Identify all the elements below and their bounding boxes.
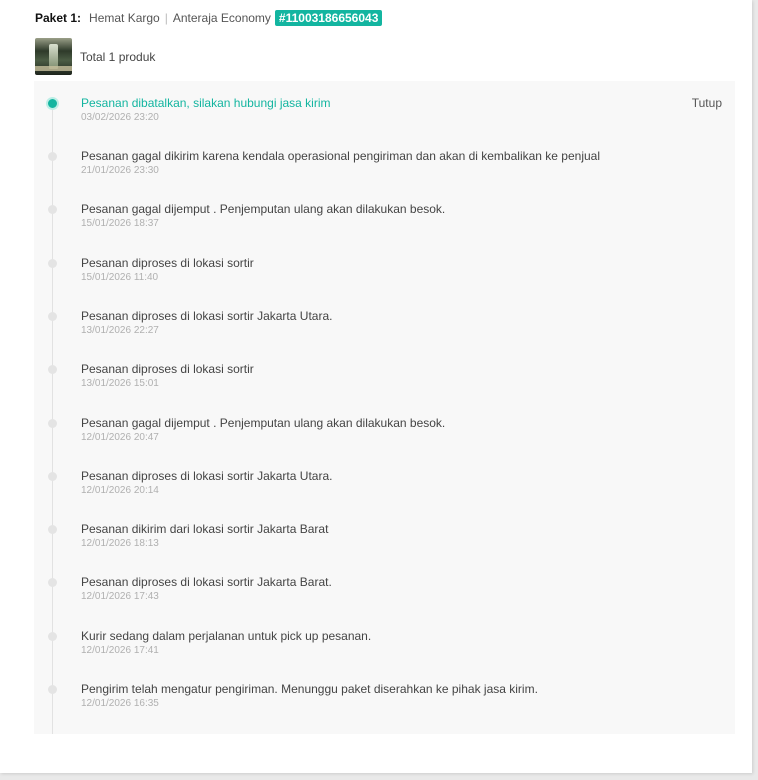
event-text: Pesanan diproses di lokasi sortir bbox=[81, 362, 254, 376]
event-time: 15/01/2026 11:40 bbox=[81, 272, 159, 283]
product-thumbnail[interactable] bbox=[35, 38, 72, 75]
event-time: 12/01/2026 16:35 bbox=[81, 698, 159, 709]
package-label: Paket 1: bbox=[35, 11, 82, 25]
status-dot-icon bbox=[48, 259, 57, 268]
event-text: Kurir sedang dalam perjalanan untuk pick… bbox=[81, 629, 372, 643]
status-dot-icon bbox=[48, 685, 57, 694]
status-dot-icon bbox=[48, 205, 57, 214]
status-dot-icon bbox=[48, 632, 57, 641]
event-time: 13/01/2026 15:01 bbox=[81, 378, 159, 389]
product-label-image bbox=[35, 66, 72, 71]
event-time: 12/01/2026 17:43 bbox=[81, 591, 159, 602]
event-text: Pesanan diproses di lokasi sortir bbox=[81, 256, 254, 270]
product-total-label: Total 1 produk bbox=[80, 49, 156, 64]
event-text: Pengirim telah mengatur pengiriman. Menu… bbox=[81, 682, 538, 696]
event-text: Pesanan dibatalkan, silakan hubungi jasa… bbox=[81, 96, 331, 110]
order-tracking-card: Paket 1: Hemat Kargo | Anteraja Economy … bbox=[0, 0, 752, 773]
tracking-number-badge[interactable]: #11003186656043 bbox=[274, 10, 383, 26]
courier-name: Hemat Kargo bbox=[89, 11, 160, 25]
status-dot-icon bbox=[48, 365, 57, 374]
event-text: Pesanan diproses di lokasi sortir Jakart… bbox=[81, 469, 333, 483]
event-text: Pesanan gagal dijemput . Penjemputan ula… bbox=[81, 416, 446, 430]
package-header: Paket 1: Hemat Kargo | Anteraja Economy … bbox=[35, 10, 383, 26]
service-name: Anteraja Economy bbox=[172, 11, 271, 25]
status-dot-icon bbox=[48, 152, 57, 161]
status-dot-icon bbox=[48, 419, 57, 428]
event-time: 13/01/2026 22:27 bbox=[81, 325, 159, 336]
status-dot-icon bbox=[48, 578, 57, 587]
close-timeline-button[interactable]: Tutup bbox=[692, 96, 722, 110]
separator: | bbox=[164, 11, 168, 25]
event-time: 12/01/2026 18:13 bbox=[81, 538, 159, 549]
status-dot-icon bbox=[46, 97, 59, 110]
tracking-timeline: Tutup Pesanan dibatalkan, silakan hubung… bbox=[34, 81, 735, 734]
event-time: 12/01/2026 17:41 bbox=[81, 645, 159, 656]
product-row: Total 1 produk bbox=[35, 38, 155, 75]
event-text: Pesanan dikirim dari lokasi sortir Jakar… bbox=[81, 522, 329, 536]
status-dot-icon bbox=[48, 312, 57, 321]
event-text: Pesanan diproses di lokasi sortir Jakart… bbox=[81, 575, 332, 589]
status-dot-icon bbox=[48, 525, 57, 534]
event-time: 21/01/2026 23:30 bbox=[81, 165, 159, 176]
event-time: 12/01/2026 20:47 bbox=[81, 432, 159, 443]
event-time: 15/01/2026 18:37 bbox=[81, 218, 159, 229]
status-dot-icon bbox=[48, 472, 57, 481]
event-time: 03/02/2026 23:20 bbox=[81, 112, 159, 123]
event-text: Pesanan gagal dijemput . Penjemputan ula… bbox=[81, 202, 446, 216]
event-text: Pesanan diproses di lokasi sortir Jakart… bbox=[81, 309, 333, 323]
event-time: 12/01/2026 20:14 bbox=[81, 485, 159, 496]
event-text: Pesanan gagal dikirim karena kendala ope… bbox=[81, 149, 600, 163]
